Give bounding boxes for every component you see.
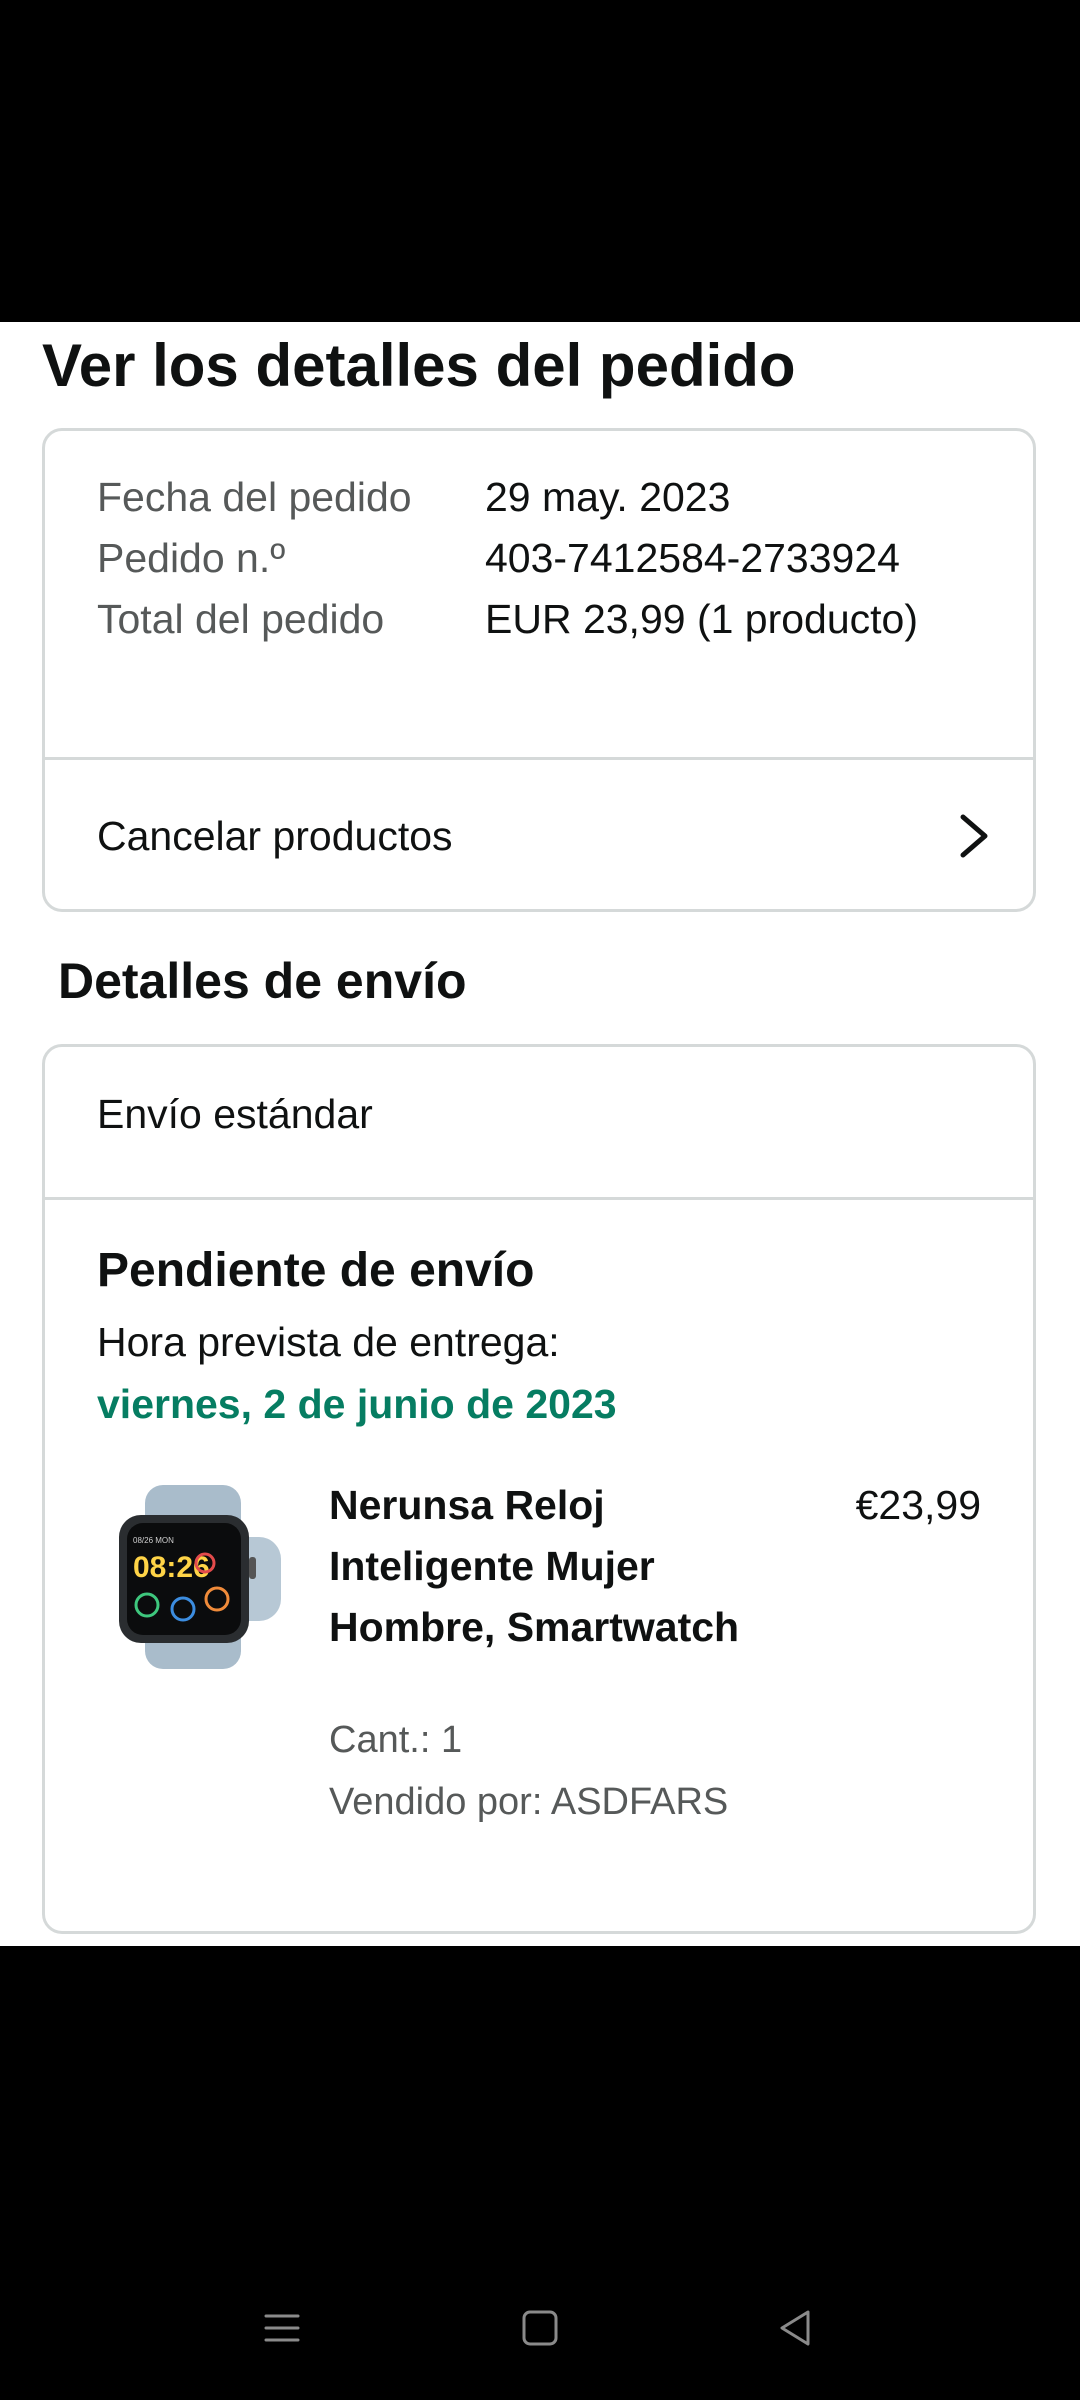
- delivery-eta-date: viernes, 2 de junio de 2023: [97, 1381, 617, 1427]
- svg-text:08/26 MON: 08/26 MON: [133, 1536, 174, 1545]
- order-number-row: Pedido n.º 403-7412584-2733924: [97, 528, 997, 589]
- order-date-label: Fecha del pedido: [97, 474, 412, 520]
- back-triangle-icon[interactable]: [772, 2304, 820, 2352]
- delivery-eta-label: Hora prevista de entrega:: [97, 1319, 560, 1365]
- order-total-value: EUR 23,99 (1 producto): [485, 596, 919, 642]
- product-quantity: Cant.: 1: [329, 1719, 463, 1761]
- menu-icon[interactable]: [258, 2304, 306, 2352]
- order-details-page: Ver los detalles del pedido Fecha del pe…: [0, 322, 1080, 1946]
- product-name-link[interactable]: Nerunsa Reloj Inteligente Mujer Hombre, …: [329, 1475, 759, 1658]
- smartwatch-image[interactable]: 08/26 MON 08:26: [103, 1477, 283, 1677]
- order-date-value: 29 may. 2023: [485, 474, 731, 520]
- cancel-products-label: Cancelar productos: [97, 812, 453, 859]
- shipping-status: Pendiente de envío: [97, 1244, 535, 1297]
- shipping-divider: [45, 1197, 1033, 1200]
- shipping-method: Envío estándar: [97, 1091, 373, 1137]
- order-number-label: Pedido n.º: [97, 535, 286, 581]
- status-bar-area: [0, 0, 1080, 322]
- product-seller: Vendido por: ASDFARS: [329, 1781, 729, 1823]
- order-date-row: Fecha del pedido 29 may. 2023: [97, 467, 997, 528]
- order-info-grid: Fecha del pedido 29 may. 2023 Pedido n.º…: [97, 467, 997, 650]
- cancel-products-button[interactable]: Cancelar productos: [45, 760, 1033, 912]
- home-square-icon[interactable]: [516, 2304, 564, 2352]
- order-total-label: Total del pedido: [97, 596, 385, 642]
- shipping-section-title: Detalles de envío: [58, 953, 467, 1009]
- order-number-value: 403-7412584-2733924: [485, 535, 900, 581]
- product-price: €23,99: [855, 1482, 981, 1528]
- order-total-row: Total del pedido EUR 23,99 (1 producto): [97, 589, 997, 650]
- order-summary-card: Fecha del pedido 29 may. 2023 Pedido n.º…: [42, 428, 1036, 912]
- page-title: Ver los detalles del pedido: [42, 332, 796, 399]
- chevron-right-icon: [960, 814, 988, 858]
- shipping-card: Envío estándar Pendiente de envío Hora p…: [42, 1044, 1036, 1934]
